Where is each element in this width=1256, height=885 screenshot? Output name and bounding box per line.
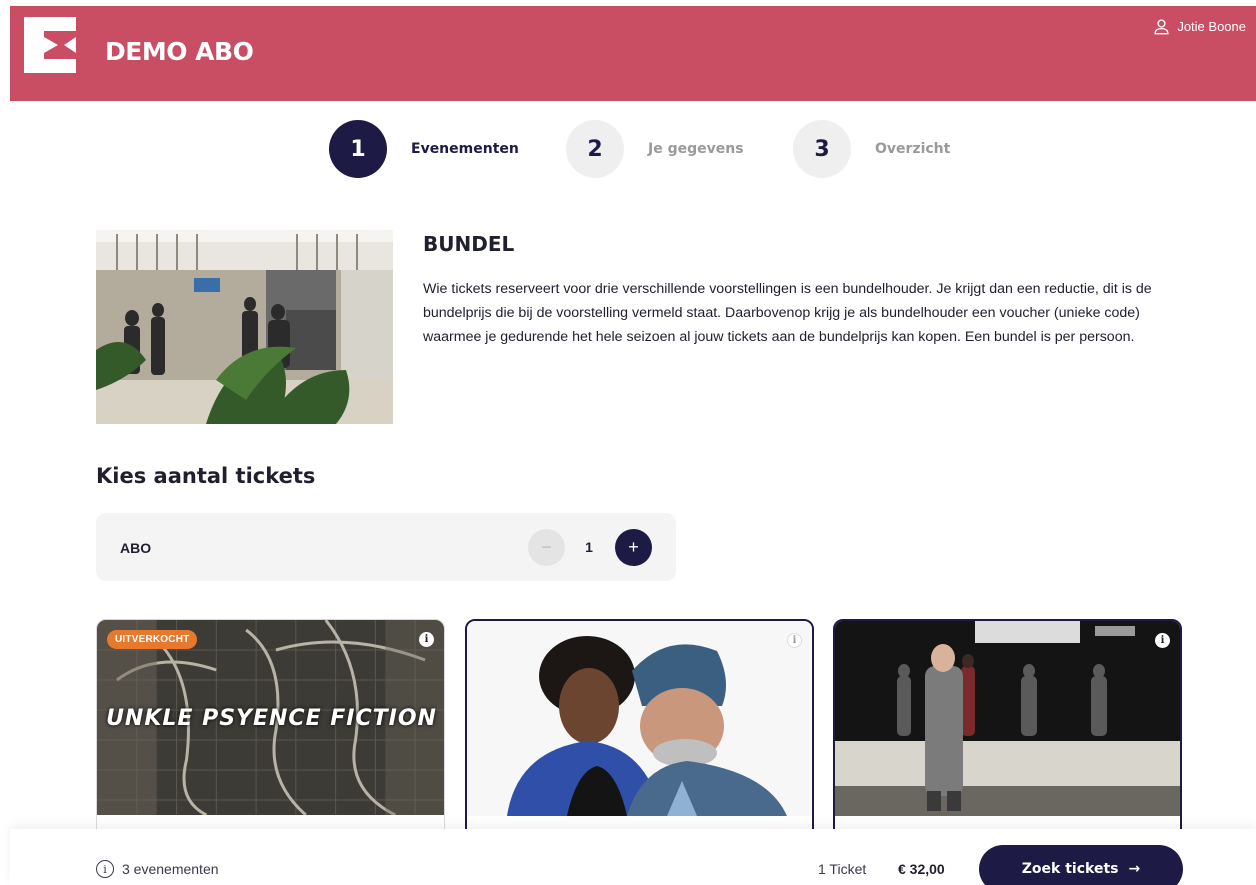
- search-tickets-button[interactable]: Zoek tickets →: [979, 845, 1183, 885]
- event-card[interactable]: UNKLE PSYENCE FICTION UITVERKOCHT i: [96, 619, 445, 849]
- info-icon[interactable]: i: [419, 632, 434, 647]
- event-card[interactable]: i: [465, 619, 814, 849]
- step-number: 1: [329, 120, 387, 178]
- venue-photo: [96, 230, 393, 424]
- ticket-section-title: Kies aantal tickets: [96, 464, 316, 488]
- event-image: [467, 621, 812, 816]
- quantity-value: 1: [585, 539, 593, 555]
- ticket-type-row: ABO − 1 +: [96, 513, 676, 581]
- user-name: Jotie Boone: [1177, 19, 1246, 34]
- increase-quantity-button[interactable]: +: [615, 529, 652, 566]
- sold-out-badge: UITVERKOCHT: [107, 630, 198, 649]
- checkout-stepper: 1 Evenementen 2 Je gegevens 3 Overzicht: [0, 120, 1256, 180]
- step-label: Je gegevens: [648, 141, 744, 157]
- ticket-count: 1 Ticket: [818, 861, 867, 877]
- info-icon[interactable]: i: [787, 633, 802, 648]
- step-number: 3: [793, 120, 851, 178]
- checkout-footer: i 3 evenementen 1 Ticket € 32,00 Zoek ti…: [10, 829, 1256, 885]
- step-evenementen[interactable]: 1 Evenementen: [329, 120, 519, 178]
- brand-title: DEMO ABO: [105, 37, 254, 66]
- event-image: [835, 621, 1180, 816]
- intro-title: BUNDEL: [423, 232, 515, 256]
- user-menu[interactable]: Jotie Boone: [1153, 18, 1246, 35]
- brand-logo[interactable]: [24, 17, 76, 73]
- event-card[interactable]: i: [833, 619, 1182, 849]
- ticket-type-label: ABO: [120, 540, 152, 556]
- step-label: Overzicht: [875, 141, 951, 157]
- info-circle-icon: i: [96, 860, 114, 878]
- user-icon: [1154, 19, 1169, 35]
- arrow-right-icon: →: [1128, 861, 1141, 877]
- event-art-title: UNKLE PSYENCE FICTION: [106, 706, 437, 731]
- step-overzicht[interactable]: 3 Overzicht: [793, 120, 950, 178]
- total-price: € 32,00: [898, 861, 945, 877]
- event-count-info: i 3 evenementen: [96, 860, 219, 878]
- step-label: Evenementen: [411, 141, 519, 157]
- step-je-gegevens[interactable]: 2 Je gegevens: [566, 120, 744, 178]
- step-number: 2: [566, 120, 624, 178]
- info-icon[interactable]: i: [1155, 633, 1170, 648]
- event-count: 3 evenementen: [122, 861, 219, 877]
- search-tickets-label: Zoek tickets: [1021, 861, 1119, 877]
- intro-description: Wie tickets reserveert voor drie verschi…: [423, 281, 1152, 345]
- site-header: DEMO ABO Jotie Boone: [10, 6, 1256, 101]
- decrease-quantity-button[interactable]: −: [528, 529, 565, 566]
